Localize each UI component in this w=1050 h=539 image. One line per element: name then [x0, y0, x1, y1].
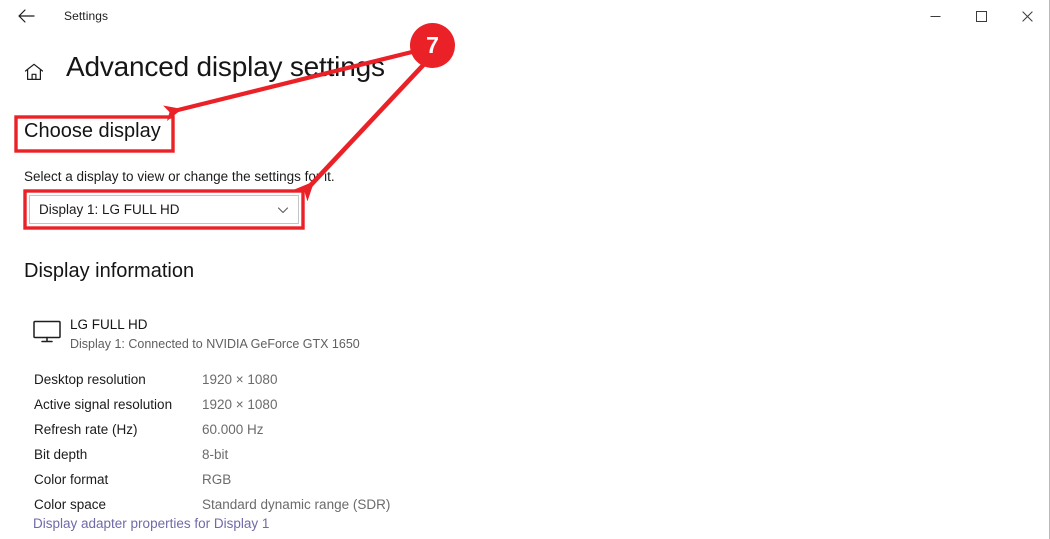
display-select-dropdown[interactable]: Display 1: LG FULL HD	[29, 195, 299, 224]
property-value: Standard dynamic range (SDR)	[202, 497, 391, 512]
table-row: Bit depth 8-bit	[34, 442, 454, 467]
home-glyph-icon	[24, 63, 44, 80]
maximize-button[interactable]	[958, 0, 1004, 32]
chevron-down-icon	[277, 206, 289, 213]
device-name: LG FULL HD	[70, 317, 148, 332]
display-select-value: Display 1: LG FULL HD	[39, 202, 180, 217]
property-value: 8-bit	[202, 447, 229, 462]
property-value: 1920 × 1080	[202, 372, 278, 387]
property-label: Active signal resolution	[34, 397, 173, 412]
page-title: Advanced display settings	[66, 51, 385, 82]
choose-display-helper-text: Select a display to view or change the s…	[24, 169, 335, 184]
table-row: Refresh rate (Hz) 60.000 Hz	[34, 417, 454, 442]
minimize-button[interactable]	[912, 0, 958, 32]
close-button[interactable]	[1004, 0, 1049, 32]
back-button[interactable]	[12, 3, 40, 29]
monitor-icon	[33, 320, 61, 344]
property-value: RGB	[202, 472, 232, 487]
property-label: Color space	[34, 497, 107, 512]
home-icon[interactable]	[22, 60, 46, 84]
property-label: Color format	[34, 472, 109, 487]
monitor-glyph-icon	[33, 320, 61, 343]
table-row: Active signal resolution 1920 × 1080	[34, 392, 454, 417]
settings-window: Settings Advanced display settings Choos…	[0, 0, 1050, 539]
property-label: Bit depth	[34, 447, 88, 462]
table-row: Desktop resolution 1920 × 1080	[34, 367, 454, 392]
window-controls	[912, 0, 1049, 32]
display-adapter-properties-link[interactable]: Display adapter properties for Display 1	[33, 516, 269, 531]
back-arrow-icon	[17, 9, 35, 23]
close-icon	[1021, 10, 1033, 22]
table-row: Color format RGB	[34, 467, 454, 492]
table-row: Color space Standard dynamic range (SDR)	[34, 492, 454, 517]
maximize-icon	[975, 10, 987, 22]
device-connection: Display 1: Connected to NVIDIA GeForce G…	[70, 337, 360, 351]
property-label: Refresh rate (Hz)	[34, 422, 138, 437]
display-information-heading: Display information	[24, 260, 195, 282]
property-value: 1920 × 1080	[202, 397, 278, 412]
window-titlebar: Settings	[0, 0, 1049, 32]
annotation-step-badge: 7	[410, 23, 455, 68]
display-properties-table: Desktop resolution 1920 × 1080 Active si…	[34, 367, 454, 517]
minimize-icon	[930, 15, 940, 17]
property-label: Desktop resolution	[34, 372, 146, 387]
choose-display-heading: Choose display	[24, 120, 161, 142]
window-title-label: Settings	[64, 9, 109, 23]
property-value: 60.000 Hz	[202, 422, 264, 437]
